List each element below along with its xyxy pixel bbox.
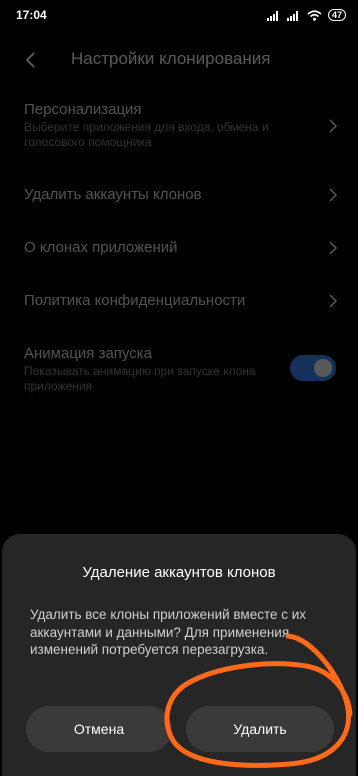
settings-item-title: Удалить аккаунты клонов [24, 186, 202, 203]
dialog-title: Удаление аккаунтов клонов [82, 564, 276, 581]
chevron-right-icon [329, 241, 338, 255]
chevron-right-icon [329, 188, 338, 202]
settings-item-title: О клонах приложений [24, 239, 178, 256]
delete-clones-dialog: Удаление аккаунтов клонов Удалить все кл… [2, 534, 356, 776]
launch-animation-toggle[interactable] [290, 355, 336, 381]
header: Настройки клонирования [0, 44, 358, 76]
settings-item-subtitle: Выберите приложения для входа, обмена и … [24, 120, 269, 149]
settings-item-subtitle: Показывать анимацию при запуске клона пр… [24, 364, 256, 393]
settings-item-about-clones[interactable]: О клонах приложений [24, 239, 340, 256]
dialog-message: Удалить все клоны приложений вместе с их… [30, 607, 307, 657]
settings-item-title: Персонализация [24, 101, 142, 118]
settings-item-title: Политика конфиденциальности [24, 292, 246, 309]
settings-item-delete-clone-accounts[interactable]: Удалить аккаунты клонов [24, 186, 340, 203]
chevron-right-icon [329, 294, 338, 308]
back-arrow-icon[interactable] [20, 48, 44, 72]
toggle-knob [314, 359, 332, 377]
delete-button[interactable]: Удалить [186, 706, 334, 752]
cancel-button[interactable]: Отмена [26, 706, 172, 752]
chevron-right-icon [329, 119, 338, 133]
settings-item-launch-animation: Анимация запуска Показывать анимацию при… [24, 345, 340, 394]
settings-item-privacy-policy[interactable]: Политика конфиденциальности [24, 292, 340, 309]
page-title: Настройки клонирования [71, 49, 271, 68]
settings-item-personalization[interactable]: Персонализация Выберите приложения для в… [24, 101, 340, 150]
